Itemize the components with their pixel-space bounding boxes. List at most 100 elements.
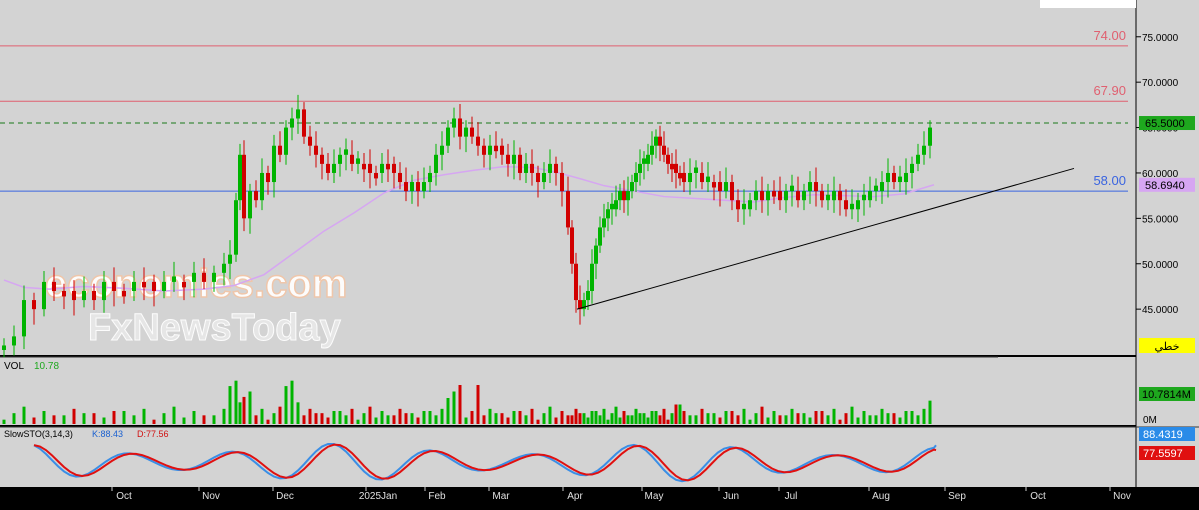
last-price-value: 65.5000 [1145, 118, 1185, 130]
candle-body [512, 154, 516, 164]
candle-body [338, 154, 342, 164]
volume-bar [112, 411, 116, 424]
volume-bar [724, 411, 728, 424]
time-tick-label: Nov [1113, 491, 1131, 502]
volume-bar [122, 411, 126, 424]
candle-body [102, 281, 106, 301]
price-tick-label: 55.0000 [1142, 214, 1179, 225]
volume-bar [152, 419, 156, 424]
volume-bar [320, 413, 324, 424]
candle-body [586, 290, 590, 301]
volume-bar [826, 415, 830, 424]
candle-body [32, 300, 36, 310]
volume-bar [530, 408, 534, 424]
candle-body [826, 194, 830, 201]
volume-bar [678, 404, 682, 424]
candle-body [172, 276, 176, 282]
candle-body [536, 172, 540, 183]
candle-body [874, 185, 878, 192]
volume-bar [392, 415, 396, 424]
candle-body [302, 109, 306, 137]
time-tick-label: Oct [116, 491, 132, 502]
candle-body [658, 136, 662, 146]
volume-bar [892, 413, 896, 424]
volume-bar [62, 415, 66, 424]
candle-body [614, 200, 618, 210]
volume-bar [254, 415, 258, 424]
candle-body [662, 145, 666, 155]
ma-value: 58.6940 [1145, 180, 1185, 192]
price-tick-label: 75.0000 [1142, 33, 1179, 44]
volume-bar [586, 417, 590, 424]
time-tick-label: Dec [276, 491, 294, 502]
volume-bar [428, 411, 432, 424]
volume-bar [832, 408, 836, 424]
candle-body [92, 290, 96, 301]
volume-bar [766, 417, 770, 424]
volume-bar [290, 380, 294, 424]
volume-bar [518, 411, 522, 424]
candle-body [706, 176, 710, 183]
volume-title: VOL [4, 361, 24, 372]
time-tick-label: Jul [785, 491, 798, 502]
volume-bar [634, 408, 638, 424]
volume-bar [476, 385, 480, 424]
chart-svg: economies.com FxNewsToday 74.00 67.90 58.0… [0, 0, 1199, 505]
volume-bar [590, 411, 594, 424]
volume-bar [790, 408, 794, 424]
volume-bar [464, 417, 468, 424]
volume-bar [266, 419, 270, 424]
volume-bar [922, 408, 926, 424]
candle-body [850, 203, 854, 210]
volume-bar [12, 413, 16, 424]
volume-bar [578, 413, 582, 424]
price-tick-label: 70.0000 [1142, 78, 1179, 89]
volume-bar [626, 415, 630, 424]
candle-body [590, 263, 594, 291]
volume-bar [574, 408, 578, 424]
volume-bar [570, 415, 574, 424]
candle-body [458, 118, 462, 137]
volume-bar [618, 417, 622, 424]
volume-bar [22, 406, 26, 424]
candle-body [916, 154, 920, 164]
volume-bar [32, 417, 36, 424]
sto-k-value-label: 88.4319 [1139, 427, 1195, 441]
candle-body [622, 191, 626, 201]
volume-bar [162, 413, 166, 424]
time-tick-label: May [645, 491, 664, 502]
time-axis [0, 487, 1199, 505]
volume-bar [772, 411, 776, 424]
volume-bar [784, 415, 788, 424]
candle-body [428, 172, 432, 183]
chart-type-button[interactable]: خطي [1139, 338, 1195, 353]
volume-bar [688, 415, 692, 424]
candle-body [386, 163, 390, 170]
volume-bar [748, 419, 752, 424]
volume-bar [332, 411, 336, 424]
candle-body [12, 336, 16, 346]
volume-bar [814, 411, 818, 424]
sto-d-value: 77.5597 [1143, 448, 1183, 460]
candle-body [202, 272, 206, 282]
volume-bar [548, 406, 552, 424]
volume-bar [238, 402, 242, 424]
candle-body [62, 290, 66, 297]
volume-bar [916, 415, 920, 424]
volume-bar [222, 408, 226, 424]
price-axis-area [1136, 0, 1199, 487]
candle-body [654, 136, 658, 146]
candle-body [254, 191, 258, 201]
volume-bar [308, 408, 312, 424]
candle-body [610, 203, 614, 210]
candle-body [332, 163, 336, 173]
candle-body [308, 136, 312, 146]
time-tick-label: Mar [492, 491, 510, 502]
volume-bar [350, 408, 354, 424]
volume-bar [844, 413, 848, 424]
volume-bar [928, 400, 932, 424]
volume-bar [380, 411, 384, 424]
candle-body [760, 191, 764, 201]
time-tick-label: Nov [202, 491, 220, 502]
volume-bar [874, 415, 878, 424]
